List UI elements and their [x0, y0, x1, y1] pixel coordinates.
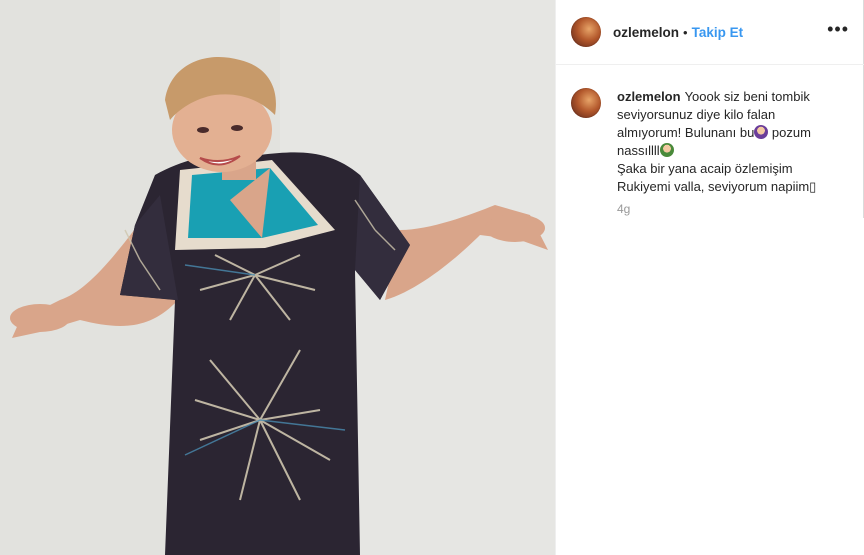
instagram-post: ozlemelon • Takip Et ••• ozlemelon Yoook …	[0, 0, 864, 555]
caption-comment: ozlemelon Yoook siz beni tombik seviyorsu…	[571, 88, 841, 196]
caption-line-3: Şaka bir yana acaip özlemişim Rukiyemi v…	[617, 161, 810, 194]
post-timestamp[interactable]: 4g	[617, 202, 630, 216]
more-options-icon[interactable]: •••	[827, 20, 849, 38]
follow-button[interactable]: Takip Et	[692, 25, 744, 40]
post-side-panel: ozlemelon • Takip Et ••• ozlemelon Yoook …	[555, 0, 864, 555]
separator-dot: •	[683, 24, 688, 40]
woman-shrugging-emoji-icon	[754, 125, 769, 139]
caption-avatar[interactable]	[571, 88, 601, 118]
caption-username[interactable]: ozlemelon	[617, 89, 681, 104]
woman-shrugging-illustration	[0, 0, 555, 555]
caption-text: ozlemelon Yoook siz beni tombik seviyorsu…	[617, 88, 841, 196]
woman-shrugging-emoji-icon	[659, 143, 674, 157]
post-photo[interactable]	[0, 0, 555, 555]
profile-avatar[interactable]	[571, 17, 601, 47]
missing-glyph: ▯	[809, 179, 817, 194]
post-header: ozlemelon • Takip Et •••	[556, 0, 864, 65]
header-username[interactable]: ozlemelon	[613, 25, 679, 40]
